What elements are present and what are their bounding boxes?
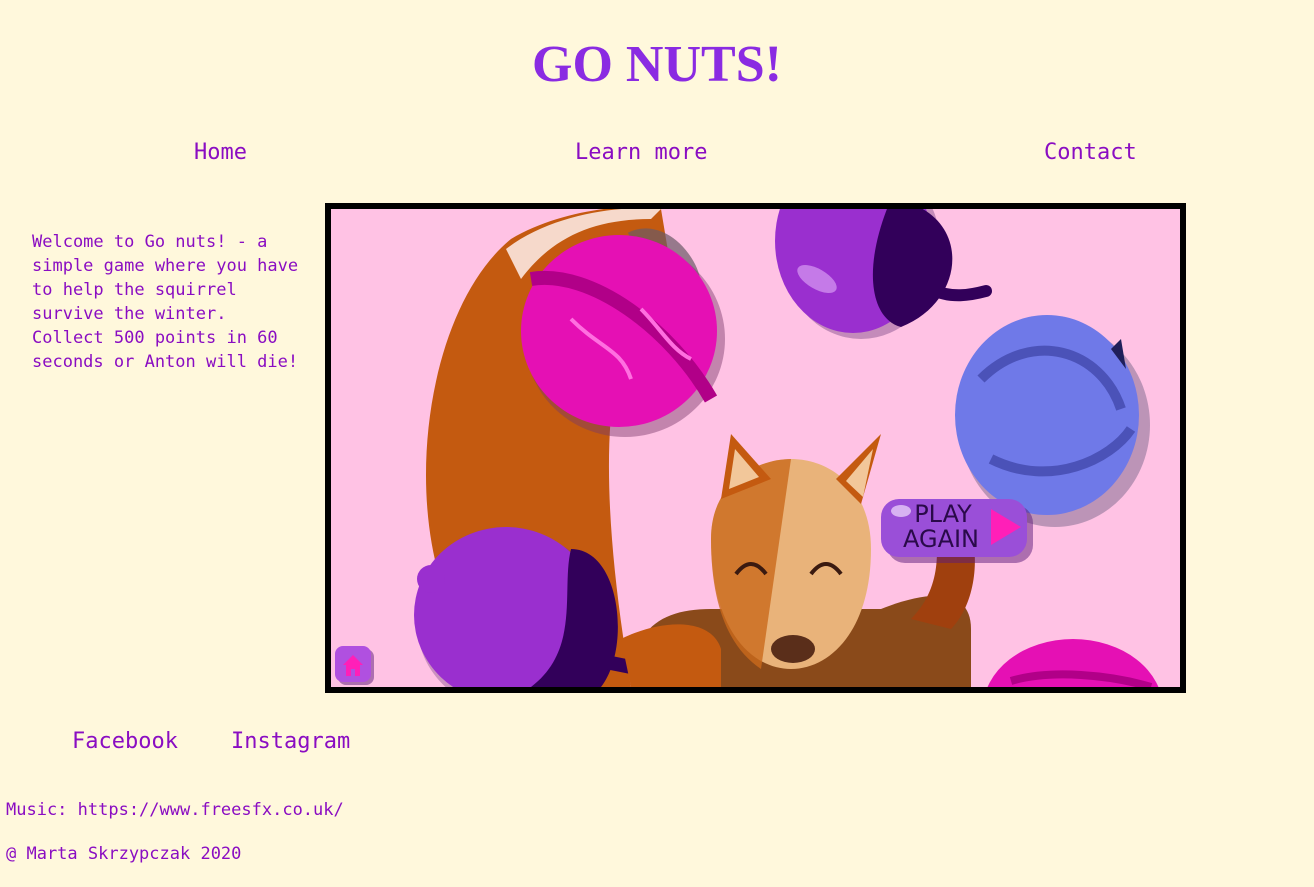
instagram-link[interactable]: Instagram [231,728,350,756]
copyright-text: @ Marta Skrzypczak 2020 [6,844,242,864]
intro-text: Welcome to Go nuts! - a simple game wher… [32,232,299,372]
blue-nut-icon [955,315,1150,527]
game-canvas[interactable]: PLAY AGAIN [325,203,1186,693]
acorn-icon [775,209,992,339]
page-title: GO NUTS! [532,36,782,93]
music-credit: Music: https://www.freesfx.co.uk/ [6,800,344,820]
play-again-line1: PLAY [914,500,972,528]
walnut-icon-2 [987,639,1159,687]
play-again-button[interactable]: PLAY AGAIN [881,499,1033,563]
facebook-link[interactable]: Facebook [72,728,178,756]
game-scene: PLAY AGAIN [335,209,1159,687]
nav-home-link[interactable]: Home [194,140,247,166]
play-again-line2: AGAIN [903,525,979,553]
nav-learn-more-link[interactable]: Learn more [575,140,707,166]
nav-contact-link[interactable]: Contact [1044,140,1137,166]
home-button[interactable] [335,646,374,685]
